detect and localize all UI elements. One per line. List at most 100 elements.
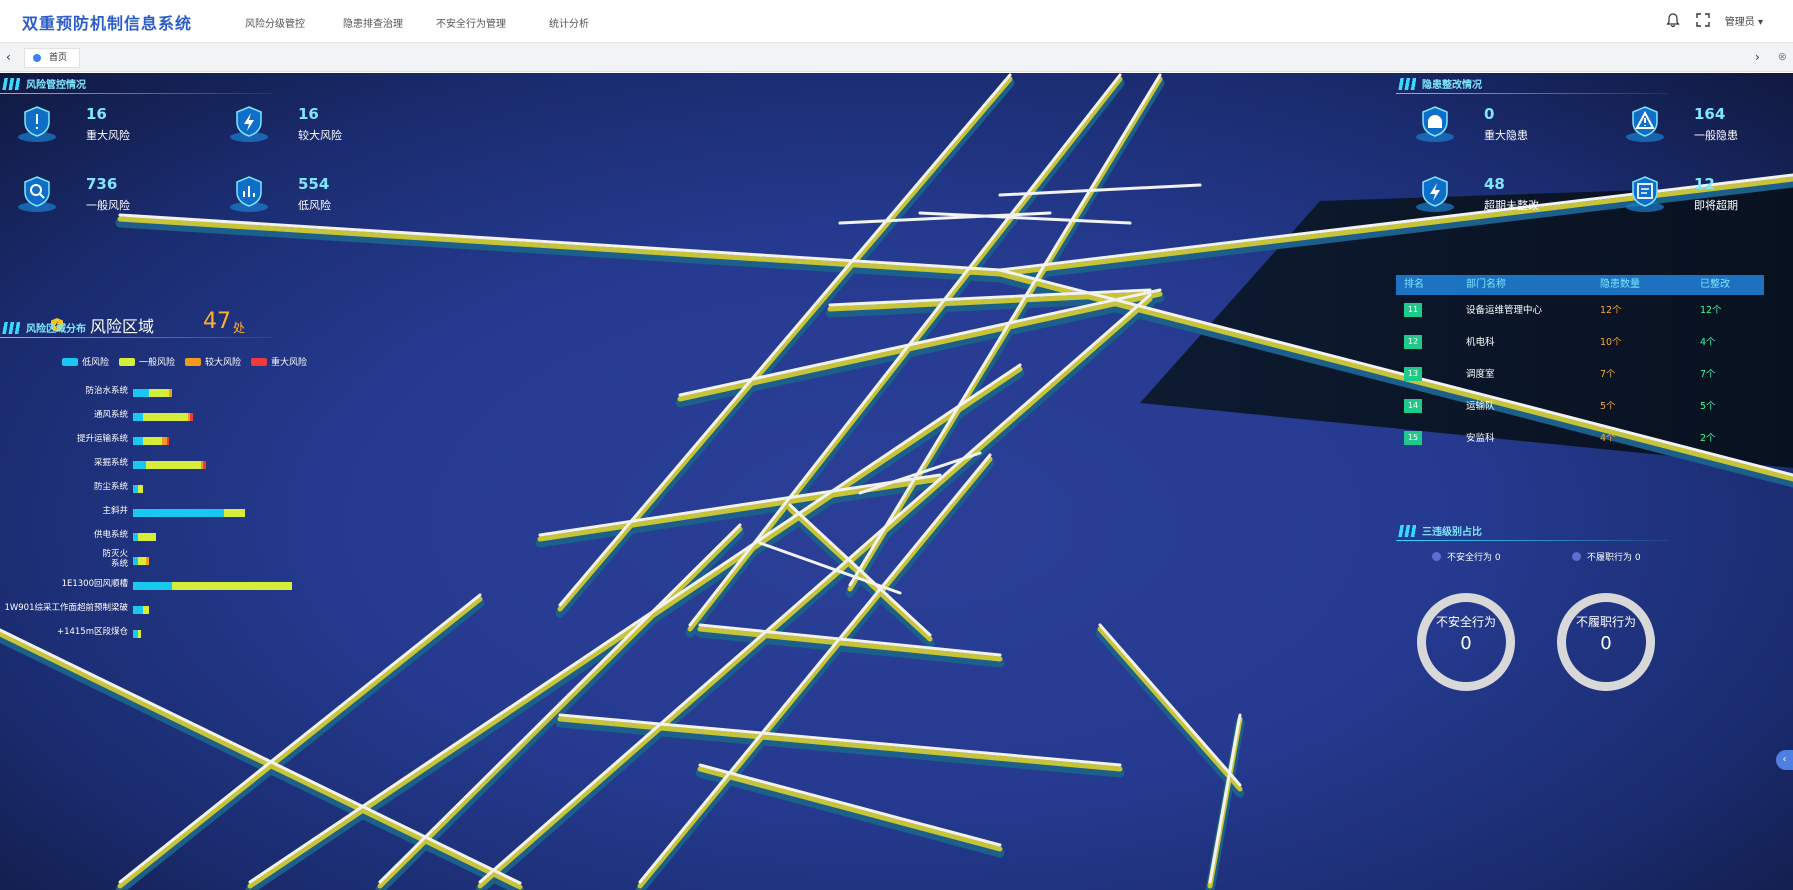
- stat-value: 736: [86, 175, 118, 193]
- legend-nonperformance[interactable]: 不履职行为 0: [1572, 550, 1641, 563]
- bar-segment[interactable]: [190, 413, 193, 421]
- nav-hazard-check[interactable]: 隐患排查治理: [343, 15, 403, 30]
- ring-value: 0: [1600, 633, 1612, 654]
- tab-home-label: 首页: [49, 53, 68, 63]
- nav-risk-control[interactable]: 风险分级管控: [245, 15, 305, 30]
- bar-row[interactable]: 供电系统: [0, 530, 400, 544]
- bar-segment[interactable]: [138, 485, 144, 493]
- legend-larger[interactable]: 较大风险: [185, 355, 241, 368]
- tab-home[interactable]: 首页: [24, 48, 81, 68]
- bar-segment[interactable]: [169, 389, 172, 397]
- stat-value: 164: [1694, 105, 1726, 123]
- bar-segment[interactable]: [133, 582, 172, 590]
- table-row[interactable]: 12 机电科 10个 4个: [1396, 327, 1764, 359]
- bar-segment[interactable]: [133, 437, 144, 445]
- col-dept: 部门名称: [1466, 279, 1506, 290]
- bar-segment[interactable]: [143, 437, 162, 445]
- table-row[interactable]: 14 运输队 5个 5个: [1396, 391, 1764, 423]
- bar-segment[interactable]: [138, 630, 141, 638]
- bar-track: [133, 557, 149, 565]
- user-menu[interactable]: 管理员 ▾: [1725, 13, 1763, 28]
- bar-row[interactable]: 防尘系统: [0, 482, 400, 496]
- bar-category-label: 通风系统: [93, 410, 128, 420]
- bar-segment[interactable]: [138, 533, 157, 541]
- dept-name: 设备运维管理中心: [1466, 305, 1543, 316]
- bar-row[interactable]: 通风系统: [0, 410, 400, 424]
- legend-major[interactable]: 重大风险: [251, 355, 307, 368]
- bar-segment[interactable]: [143, 606, 149, 614]
- hazard-title: 隐患整改情况: [1396, 76, 1482, 91]
- bar-segment[interactable]: [133, 389, 149, 397]
- bar-track: [133, 389, 172, 397]
- bar-segment[interactable]: [224, 509, 245, 517]
- bar-segment[interactable]: [133, 461, 146, 469]
- tab-scroll-right-icon[interactable]: ›: [1755, 50, 1760, 64]
- bar-segment[interactable]: [133, 606, 144, 614]
- stat-label: 一般风险: [86, 199, 130, 212]
- risk-zone-unit: 处: [233, 321, 246, 335]
- stat-label: 低风险: [298, 199, 331, 212]
- bar-category-label: 1W901综采工作面超前预制梁破: [4, 603, 128, 613]
- bar-segment[interactable]: [203, 461, 206, 469]
- close-all-tabs-icon[interactable]: ⊗: [1778, 50, 1787, 63]
- bar-segment[interactable]: [146, 461, 201, 469]
- hazard-count: 7个: [1600, 369, 1616, 380]
- ring-title: 不履职行为: [1575, 615, 1636, 629]
- bar-segment[interactable]: [145, 557, 149, 565]
- bar-track: [133, 437, 170, 445]
- nav-statistics[interactable]: 统计分析: [549, 15, 589, 30]
- dept-name: 安监科: [1466, 433, 1495, 444]
- bar-row[interactable]: 防灭火 系统: [0, 549, 400, 569]
- rank-badge: 14: [1404, 398, 1422, 413]
- stat-label: 重大隐患: [1484, 129, 1528, 142]
- bar-segment[interactable]: [138, 557, 146, 565]
- legend-unsafe-behavior[interactable]: 不安全行为 0: [1432, 550, 1501, 563]
- table-row[interactable]: 13 调度室 7个 7个: [1396, 359, 1764, 391]
- title-underline: [0, 337, 272, 338]
- fullscreen-icon[interactable]: [1695, 12, 1711, 28]
- legend-swatch: [185, 357, 202, 366]
- bar-segment[interactable]: [133, 413, 144, 421]
- bar-row[interactable]: 1W901综采工作面超前预制梁破: [0, 603, 400, 617]
- nav-unsafe-behavior[interactable]: 不安全行为管理: [436, 15, 506, 30]
- legend-dot-icon: [1572, 552, 1581, 561]
- fixed-count: 4个: [1700, 337, 1716, 348]
- bar-row[interactable]: 主斜井: [0, 506, 400, 520]
- table-row[interactable]: 11 设备运维管理中心 12个 12个: [1396, 295, 1764, 327]
- bell-icon[interactable]: [1665, 12, 1681, 28]
- stat-label: 即将超期: [1694, 199, 1738, 212]
- stat-value: 12: [1694, 175, 1715, 193]
- title-underline: [1396, 540, 1668, 541]
- bar-row[interactable]: 采掘系统: [0, 458, 400, 472]
- stat-value: 48: [1484, 175, 1505, 193]
- bar-row[interactable]: +1415m区段煤仓: [0, 627, 400, 641]
- legend-swatch: [119, 357, 136, 366]
- bar-category-label: 提升运输系统: [76, 434, 128, 444]
- caret-down-icon: ▾: [1757, 16, 1763, 28]
- stat-value: 16: [86, 105, 107, 123]
- legend-low[interactable]: 低风险: [62, 355, 109, 368]
- bar-row[interactable]: 1E1300回风顺槽: [0, 579, 400, 593]
- hazard-count: 4个: [1600, 433, 1616, 444]
- bar-track: [133, 461, 206, 469]
- collapse-panel-button[interactable]: ‹: [1776, 750, 1793, 770]
- title-bars-icon: [0, 78, 20, 90]
- legend-general[interactable]: 一般风险: [119, 355, 175, 368]
- bar-segment[interactable]: [172, 582, 292, 590]
- hazard-count: 10个: [1600, 337, 1622, 348]
- tab-scroll-left-icon[interactable]: ‹: [6, 50, 11, 64]
- bar-row[interactable]: 提升运输系统: [0, 434, 400, 448]
- tab-bar: ‹ 首页 › ⊗: [0, 42, 1793, 72]
- risk-zone-count: 47: [203, 309, 231, 334]
- bar-segment[interactable]: [148, 389, 170, 397]
- table-row[interactable]: 15 安监科 4个 2个: [1396, 423, 1764, 455]
- legend-swatch: [62, 357, 78, 366]
- bar-segment[interactable]: [143, 413, 188, 421]
- bar-row[interactable]: 防治水系统: [0, 386, 400, 400]
- bar-segment[interactable]: [133, 509, 224, 517]
- title-underline: [0, 93, 272, 94]
- title-bars-icon: [1396, 525, 1416, 537]
- bar-segment[interactable]: [166, 437, 170, 445]
- ring-title: 不安全行为: [1435, 615, 1496, 629]
- department-ranking-table: 排名 部门名称 隐患数量 已整改 11 设备运维管理中心 12个 12个 12 …: [1396, 275, 1764, 455]
